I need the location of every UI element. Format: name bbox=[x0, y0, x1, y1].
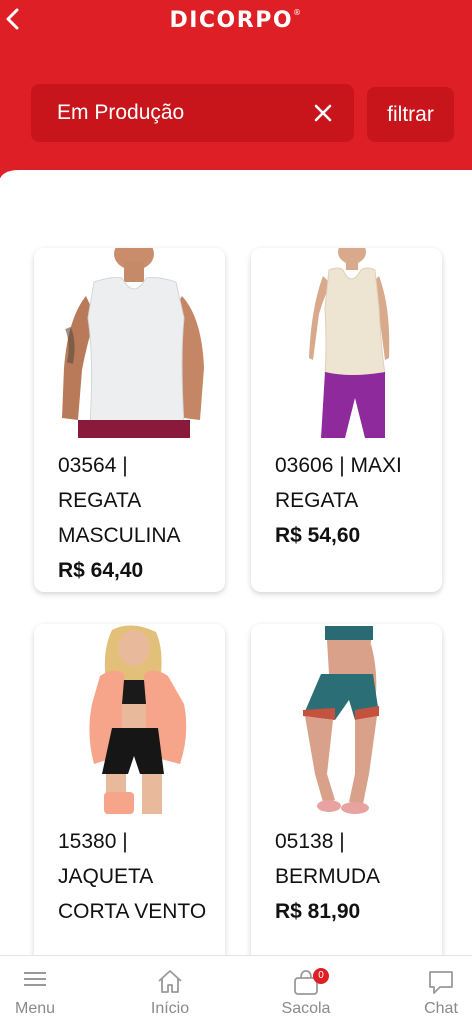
product-title: 15380 | JAQUETA CORTA VENTO bbox=[58, 830, 207, 923]
header-curve bbox=[0, 170, 472, 190]
product-price: R$ 81,90 bbox=[275, 900, 361, 923]
hamburger-menu-icon bbox=[24, 972, 46, 986]
product-image bbox=[251, 624, 442, 814]
product-title: 03606 | MAXI REGATA R$ 54,60 bbox=[275, 454, 402, 547]
chat-bubble-icon bbox=[429, 971, 453, 994]
product-card[interactable]: 03606 | MAXI REGATA R$ 54,60 bbox=[251, 248, 442, 592]
status-filter-field[interactable]: Em Produção bbox=[31, 84, 354, 142]
bottom-navigation: Menu Início 0 Sacola Chat bbox=[0, 955, 472, 1025]
status-filter-value: Em Produção bbox=[57, 101, 185, 124]
app-header: DICORPO® Em Produção filtrar bbox=[0, 0, 472, 178]
home-icon bbox=[158, 970, 182, 993]
product-title: 03564 | REGATA MASCULINA R$ 64,40 bbox=[58, 454, 181, 582]
nav-bag[interactable]: 0 Sacola bbox=[261, 956, 351, 1025]
nav-chat-label: Chat bbox=[424, 1000, 458, 1017]
product-price: R$ 54,60 bbox=[275, 524, 361, 547]
nav-chat[interactable]: Chat bbox=[396, 956, 472, 1025]
nav-menu-label: Menu bbox=[14, 1000, 56, 1017]
product-card[interactable]: 03564 | REGATA MASCULINA R$ 64,40 bbox=[34, 248, 225, 592]
product-image bbox=[251, 248, 442, 438]
nav-home-label: Início bbox=[150, 1000, 190, 1017]
product-card[interactable]: 05138 | BERMUDA R$ 81,90 bbox=[251, 624, 442, 964]
filter-button[interactable]: filtrar bbox=[367, 87, 454, 142]
brand-logo: DICORPO® bbox=[169, 8, 303, 33]
nav-bag-label: Sacola bbox=[281, 1000, 331, 1017]
product-title: 05138 | BERMUDA R$ 81,90 bbox=[275, 830, 381, 923]
product-card[interactable]: 15380 | JAQUETA CORTA VENTO bbox=[34, 624, 225, 964]
product-price: R$ 64,40 bbox=[58, 559, 144, 582]
product-image bbox=[34, 248, 225, 438]
clear-filter-button[interactable] bbox=[313, 103, 333, 123]
close-icon bbox=[314, 104, 332, 122]
bag-count-badge: 0 bbox=[313, 968, 329, 984]
nav-menu[interactable]: Menu bbox=[0, 956, 80, 1025]
product-image bbox=[34, 624, 225, 814]
nav-home[interactable]: Início bbox=[125, 956, 215, 1025]
